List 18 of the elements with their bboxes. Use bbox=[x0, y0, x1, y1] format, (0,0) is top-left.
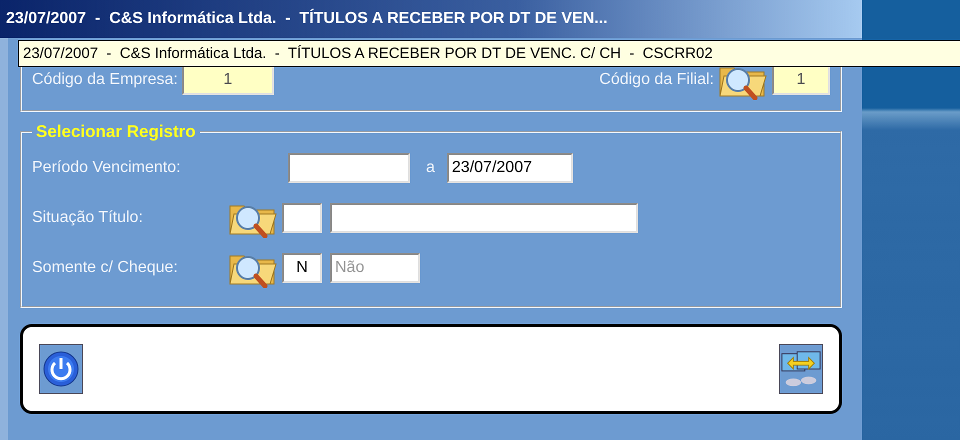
input-field[interactable] bbox=[282, 203, 322, 233]
input-field[interactable]: 23/07/2007 bbox=[446, 153, 573, 183]
input-field[interactable]: 1 bbox=[182, 65, 274, 95]
input-field[interactable] bbox=[288, 153, 410, 183]
field-label: Período Vencimento: bbox=[32, 159, 182, 177]
field-label: Código da Empresa: bbox=[32, 71, 178, 89]
window-title: 23/07/2007 - C&S Informática Ltda. - TÍTULOS A RECEBER POR DT DE VEN... bbox=[6, 10, 608, 28]
transfer-button[interactable] bbox=[779, 344, 823, 394]
tooltip: 23/07/2007 - C&S Informática Ltda. - TÍTULOS A RECEBER POR DT DE VENC. C/ CH - CSCRR02 bbox=[18, 40, 960, 67]
power-button[interactable] bbox=[39, 344, 83, 394]
range-separator: a bbox=[426, 159, 435, 177]
group-title: Selecionar Registro bbox=[35, 122, 197, 142]
field-label: Código da Filial: bbox=[599, 71, 714, 89]
input-field[interactable] bbox=[330, 203, 638, 233]
field-label: Situação Título: bbox=[32, 209, 144, 227]
field-label: Somente c/ Cheque: bbox=[32, 259, 179, 277]
input-field[interactable]: 1 bbox=[772, 65, 830, 95]
input-field[interactable]: N bbox=[282, 253, 322, 283]
